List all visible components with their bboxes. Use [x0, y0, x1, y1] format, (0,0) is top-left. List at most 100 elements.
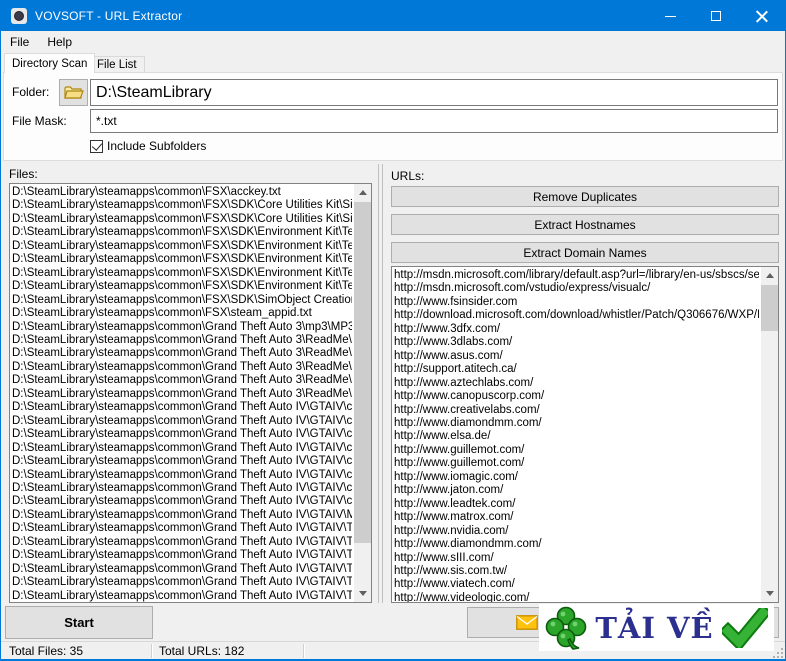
file-row[interactable]: D:\SteamLibrary\steamapps\common\FSX\SDK… — [12, 253, 352, 266]
resize-grip[interactable] — [773, 648, 783, 658]
file-row[interactable]: D:\SteamLibrary\steamapps\common\Grand T… — [12, 590, 352, 602]
url-row[interactable]: http://www.leadtek.com/ — [394, 498, 759, 511]
include-subfolders-label: Include Subfolders — [107, 139, 206, 153]
file-row[interactable]: D:\SteamLibrary\steamapps\common\Grand T… — [12, 482, 352, 495]
menu-file[interactable]: File — [1, 31, 38, 53]
file-row[interactable]: D:\SteamLibrary\steamapps\common\Grand T… — [12, 495, 352, 508]
url-row[interactable]: http://www.guillemot.com/ — [394, 444, 759, 457]
files-listbox[interactable]: D:\SteamLibrary\steamapps\common\FSX\acc… — [9, 183, 372, 603]
file-row[interactable]: D:\SteamLibrary\steamapps\common\FSX\ste… — [12, 307, 352, 320]
url-row[interactable]: http://www.fsinsider.com — [394, 296, 759, 309]
file-row[interactable]: D:\SteamLibrary\steamapps\common\FSX\acc… — [12, 186, 352, 199]
status-total-urls: Total URLs: 182 — [151, 642, 303, 660]
minimize-button[interactable] — [647, 1, 693, 31]
url-row[interactable]: http://www.creativelabs.com/ — [394, 404, 759, 417]
close-icon — [756, 10, 768, 22]
url-row[interactable]: http://www.aztechlabs.com/ — [394, 377, 759, 390]
file-row[interactable]: D:\SteamLibrary\steamapps\common\Grand T… — [12, 549, 352, 562]
scroll-up-icon[interactable] — [354, 184, 371, 201]
tab-file-list[interactable]: File List — [89, 56, 145, 73]
scroll-down-icon[interactable] — [354, 585, 371, 602]
file-row[interactable]: D:\SteamLibrary\steamapps\common\FSX\SDK… — [12, 280, 352, 293]
url-row[interactable]: http://download.microsoft.com/download/w… — [394, 309, 759, 322]
envelope-icon — [516, 615, 538, 630]
maximize-button[interactable] — [693, 1, 739, 31]
file-row[interactable]: D:\SteamLibrary\steamapps\common\FSX\SDK… — [12, 199, 352, 212]
url-row[interactable]: http://www.elsa.de/ — [394, 430, 759, 443]
include-subfolders-checkbox[interactable] — [90, 140, 103, 153]
window-title: VOVSOFT - URL Extractor — [35, 9, 182, 23]
file-row[interactable]: D:\SteamLibrary\steamapps\common\Grand T… — [12, 428, 352, 441]
url-row[interactable]: http://www.videologic.com/ — [394, 592, 759, 602]
browse-folder-button[interactable] — [59, 79, 88, 106]
url-row[interactable]: http://www.3dfx.com/ — [394, 323, 759, 336]
menu-help[interactable]: Help — [38, 31, 81, 53]
file-row[interactable]: D:\SteamLibrary\steamapps\common\Grand T… — [12, 401, 352, 414]
urls-scrollbar[interactable] — [761, 267, 778, 602]
file-row[interactable]: D:\SteamLibrary\steamapps\common\Grand T… — [12, 469, 352, 482]
extract-domain-names-button[interactable]: Extract Domain Names — [391, 242, 779, 263]
tab-directory-scan[interactable]: Directory Scan — [4, 53, 95, 73]
remove-duplicates-button[interactable]: Remove Duplicates — [391, 186, 779, 207]
url-row[interactable]: http://www.3dlabs.com/ — [394, 336, 759, 349]
file-row[interactable]: D:\SteamLibrary\steamapps\common\FSX\SDK… — [12, 267, 352, 280]
file-row[interactable]: D:\SteamLibrary\steamapps\common\Grand T… — [12, 522, 352, 535]
url-row[interactable]: http://www.nvidia.com/ — [394, 525, 759, 538]
scroll-up-icon[interactable] — [761, 267, 778, 284]
file-row[interactable]: D:\SteamLibrary\steamapps\common\Grand T… — [12, 374, 352, 387]
urls-scroll-thumb[interactable] — [761, 285, 778, 331]
url-row[interactable]: http://www.sIII.com/ — [394, 552, 759, 565]
file-row[interactable]: D:\SteamLibrary\steamapps\common\FSX\SDK… — [12, 213, 352, 226]
file-row[interactable]: D:\SteamLibrary\steamapps\common\Grand T… — [12, 321, 352, 334]
title-bar[interactable]: VOVSOFT - URL Extractor — [1, 1, 785, 31]
file-row[interactable]: D:\SteamLibrary\steamapps\common\Grand T… — [12, 576, 352, 589]
url-row[interactable]: http://www.asus.com/ — [394, 350, 759, 363]
pane-splitter[interactable] — [378, 164, 383, 603]
file-mask-input[interactable]: *.txt — [90, 109, 778, 133]
extract-hostnames-button[interactable]: Extract Hostnames — [391, 214, 779, 235]
url-row[interactable]: http://www.viatech.com/ — [394, 578, 759, 591]
minimize-icon — [665, 16, 676, 17]
url-row[interactable]: http://www.guillemot.com/ — [394, 457, 759, 470]
urls-rows: http://msdn.microsoft.com/library/defaul… — [394, 269, 759, 602]
url-row[interactable]: http://www.diamondmm.com/ — [394, 417, 759, 430]
url-row[interactable]: http://www.sis.com.tw/ — [394, 565, 759, 578]
status-total-files: Total Files: 35 — [1, 642, 151, 660]
files-scrollbar[interactable] — [354, 184, 371, 602]
files-label: Files: — [9, 167, 38, 181]
file-row[interactable]: D:\SteamLibrary\steamapps\common\Grand T… — [12, 509, 352, 522]
url-row[interactable]: http://www.iomagic.com/ — [394, 471, 759, 484]
close-button[interactable] — [739, 1, 785, 31]
file-row[interactable]: D:\SteamLibrary\steamapps\common\FSX\SDK… — [12, 294, 352, 307]
url-row[interactable]: http://www.matrox.com/ — [394, 511, 759, 524]
url-row[interactable]: http://msdn.microsoft.com/vstudio/expres… — [394, 282, 759, 295]
files-scroll-thumb[interactable] — [354, 202, 371, 543]
folder-input[interactable]: D:\SteamLibrary — [90, 79, 778, 106]
file-row[interactable]: D:\SteamLibrary\steamapps\common\Grand T… — [12, 563, 352, 576]
file-row[interactable]: D:\SteamLibrary\steamapps\common\Grand T… — [12, 361, 352, 374]
scroll-down-icon[interactable] — [761, 585, 778, 602]
file-row[interactable]: D:\SteamLibrary\steamapps\common\FSX\SDK… — [12, 226, 352, 239]
urls-listbox[interactable]: http://msdn.microsoft.com/library/defaul… — [391, 266, 779, 603]
file-mask-label: File Mask: — [12, 114, 67, 128]
file-row[interactable]: D:\SteamLibrary\steamapps\common\Grand T… — [12, 334, 352, 347]
url-row[interactable]: http://support.atitech.ca/ — [394, 363, 759, 376]
file-row[interactable]: D:\SteamLibrary\steamapps\common\Grand T… — [12, 347, 352, 360]
file-row[interactable]: D:\SteamLibrary\steamapps\common\Grand T… — [12, 388, 352, 401]
file-row[interactable]: D:\SteamLibrary\steamapps\common\Grand T… — [12, 536, 352, 549]
file-row[interactable]: D:\SteamLibrary\steamapps\common\Grand T… — [12, 415, 352, 428]
url-row[interactable]: http://msdn.microsoft.com/library/defaul… — [394, 269, 759, 282]
url-row[interactable]: http://www.canopuscorp.com/ — [394, 390, 759, 403]
url-row[interactable]: http://www.jaton.com/ — [394, 484, 759, 497]
file-row[interactable]: D:\SteamLibrary\steamapps\common\Grand T… — [12, 442, 352, 455]
app-icon — [11, 8, 27, 24]
file-row[interactable]: D:\SteamLibrary\steamapps\common\FSX\SDK… — [12, 240, 352, 253]
start-button[interactable]: Start — [5, 606, 153, 639]
download-badge-text: TẢI VỀ — [595, 611, 713, 645]
file-row[interactable]: D:\SteamLibrary\steamapps\common\Grand T… — [12, 455, 352, 468]
folder-label: Folder: — [12, 85, 49, 99]
maximize-icon — [711, 11, 721, 21]
checkmark-icon — [722, 608, 768, 648]
url-row[interactable]: http://www.diamondmm.com/ — [394, 538, 759, 551]
folder-icon — [64, 85, 84, 100]
